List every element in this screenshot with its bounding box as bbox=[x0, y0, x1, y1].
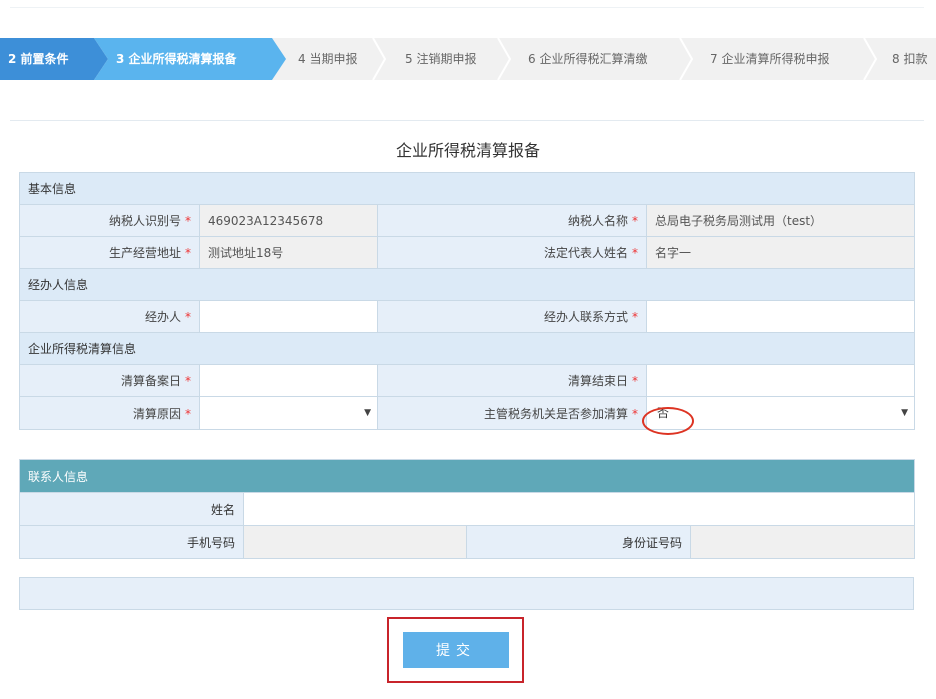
required-mark: * bbox=[185, 406, 191, 421]
contact-phone-field[interactable] bbox=[243, 525, 467, 559]
annotation-red-circle bbox=[642, 407, 694, 435]
form-row: 清算备案日 * 清算结束日 * bbox=[19, 364, 916, 397]
reason-select[interactable]: ▼ bbox=[200, 397, 377, 429]
required-mark: * bbox=[185, 310, 191, 324]
field-label: 清算原因 * bbox=[19, 396, 200, 430]
section-contact-info: 联系人信息 bbox=[18, 459, 916, 493]
agent-cell bbox=[199, 300, 378, 333]
agent-input[interactable] bbox=[200, 301, 377, 332]
field-label: 清算结束日 * bbox=[377, 364, 647, 397]
liquidation-report-form: 基本信息 纳税人识别号 * 469023A12345678 纳税人名称 * 总局电子… bbox=[18, 172, 916, 430]
form-row: 纳税人识别号 * 469023A12345678 纳税人名称 * 总局电子税务局测试… bbox=[19, 204, 916, 237]
field-label: 纳税人识别号 * bbox=[19, 204, 200, 237]
header-divider bbox=[10, 120, 924, 121]
annotation-red-box: 提交 bbox=[387, 617, 524, 683]
contact-form: 联系人信息 姓名 手机号码 身份证号码 bbox=[18, 459, 916, 559]
step-chevron bbox=[497, 38, 512, 80]
section-title: 企业所得税清算信息 bbox=[18, 332, 916, 365]
chevron-down-icon: ▼ bbox=[364, 408, 371, 418]
submit-button[interactable]: 提交 bbox=[403, 632, 509, 668]
legal-rep-value: 名字一 bbox=[645, 236, 916, 269]
required-mark: * bbox=[185, 374, 191, 388]
taxpayer-id-value: 469023A12345678 bbox=[199, 204, 378, 237]
field-label: 法定代表人姓名 * bbox=[377, 236, 647, 269]
required-mark: * bbox=[185, 214, 191, 228]
agent-contact-cell bbox=[645, 300, 916, 333]
field-label: 经办人联系方式 * bbox=[377, 300, 647, 333]
step-cit-liquidation-report[interactable]: 3 企业所得税清算报备 bbox=[116, 38, 237, 80]
step-payment[interactable]: 8 扣款 bbox=[892, 38, 927, 80]
step-chevron bbox=[863, 38, 878, 80]
step-deregistration-filing[interactable]: 5 注销期申报 bbox=[405, 38, 476, 80]
address-value: 测试地址18号 bbox=[199, 236, 378, 269]
info-bar bbox=[19, 577, 914, 610]
step-cit-annual-settlement[interactable]: 6 企业所得税汇算清缴 bbox=[528, 38, 647, 80]
section-title: 联系人信息 bbox=[18, 459, 916, 493]
record-date-input[interactable] bbox=[200, 365, 377, 396]
field-label: 纳税人名称 * bbox=[377, 204, 647, 237]
page-title: 企业所得税清算报备 bbox=[395, 141, 540, 160]
required-mark: * bbox=[632, 406, 638, 421]
field-label: 经办人 * bbox=[19, 300, 200, 333]
section-basic-info: 基本信息 bbox=[18, 172, 916, 205]
required-mark: * bbox=[185, 246, 191, 260]
field-label: 手机号码 bbox=[19, 525, 244, 559]
step-prerequisites[interactable]: 2 前置条件 bbox=[8, 38, 69, 80]
end-date-cell bbox=[645, 364, 916, 397]
form-row: 手机号码 身份证号码 bbox=[19, 525, 916, 559]
top-divider bbox=[10, 7, 924, 8]
step-liquidation-tax-filing[interactable]: 7 企业清算所得税申报 bbox=[710, 38, 829, 80]
end-date-input[interactable] bbox=[647, 365, 915, 396]
field-label: 主管税务机关是否参加清算 * bbox=[377, 396, 647, 430]
step-chevron bbox=[679, 38, 694, 80]
field-label: 姓名 bbox=[19, 492, 244, 526]
taxpayer-name-value: 总局电子税务局测试用（test） bbox=[645, 204, 916, 237]
contact-name-field[interactable] bbox=[242, 492, 916, 526]
section-title: 基本信息 bbox=[18, 172, 916, 205]
form-row: 姓名 bbox=[19, 492, 916, 526]
reason-cell: ▼ bbox=[199, 396, 378, 430]
form-row: 经办人 * 经办人联系方式 * bbox=[19, 300, 916, 333]
required-mark: * bbox=[632, 246, 638, 260]
step-chevron bbox=[372, 38, 387, 80]
record-date-cell bbox=[199, 364, 378, 397]
section-agent-info: 经办人信息 bbox=[18, 268, 916, 301]
section-title: 经办人信息 bbox=[18, 268, 916, 301]
form-row: 清算原因 * ▼ 主管税务机关是否参加清算 * 否 ▼ bbox=[19, 396, 916, 430]
field-label: 生产经营地址 * bbox=[19, 236, 200, 269]
required-mark: * bbox=[632, 374, 638, 388]
field-label: 身份证号码 bbox=[466, 525, 691, 559]
step-progress-bar: 2 前置条件 3 企业所得税清算报备 4 当期申报 5 注销期申报 6 企业所得… bbox=[0, 38, 936, 80]
agent-contact-input[interactable] bbox=[647, 301, 915, 332]
step-current-filing[interactable]: 4 当期申报 bbox=[298, 38, 357, 80]
required-mark: * bbox=[632, 310, 638, 324]
contact-idcard-field[interactable] bbox=[689, 525, 916, 559]
section-liquidation-info: 企业所得税清算信息 bbox=[18, 332, 916, 365]
form-row: 生产经营地址 * 测试地址18号 法定代表人姓名 * 名字一 bbox=[19, 236, 916, 269]
field-label: 清算备案日 * bbox=[19, 364, 200, 397]
required-mark: * bbox=[632, 214, 638, 228]
chevron-down-icon: ▼ bbox=[901, 408, 909, 418]
